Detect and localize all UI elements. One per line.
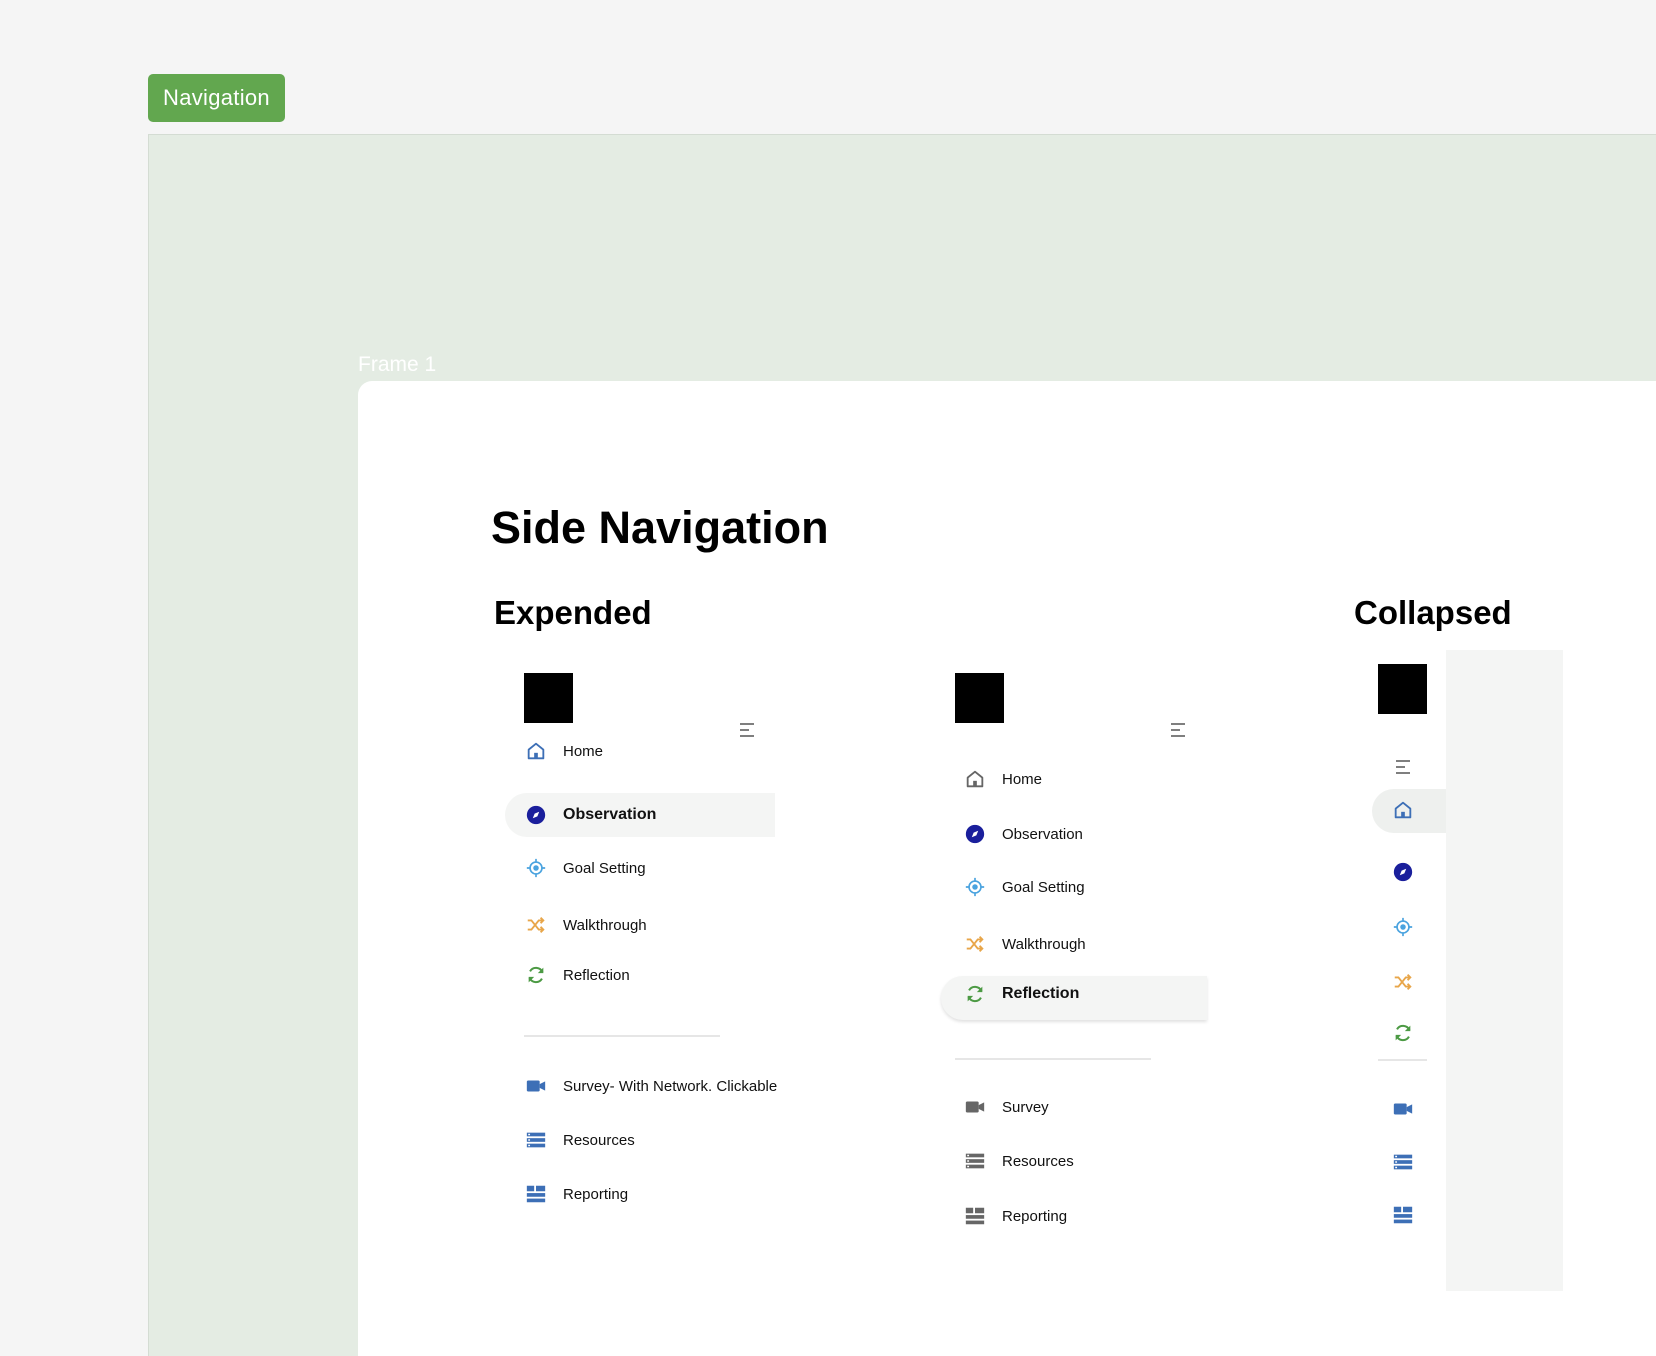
refresh-icon	[963, 982, 987, 1006]
menu-toggle-button[interactable]	[1391, 755, 1415, 779]
navigation-section-badge[interactable]: Navigation	[148, 74, 285, 122]
rail-item-reporting[interactable]	[1391, 1203, 1415, 1227]
nav-item-label: Home	[1002, 770, 1043, 788]
target-icon	[1393, 917, 1413, 937]
target-icon	[524, 856, 548, 880]
collapsed-rail-panel	[1446, 650, 1563, 1291]
refresh-icon	[524, 963, 548, 987]
home-icon	[524, 739, 548, 763]
nav-item-survey[interactable]: Survey- With Network. Clickable	[524, 1064, 777, 1108]
home-icon	[1394, 801, 1412, 819]
nav-item-reflection[interactable]: Reflection	[963, 972, 1079, 1016]
rail-item-goal-setting[interactable]	[1391, 915, 1415, 939]
nav-item-observation[interactable]: Observation	[524, 793, 656, 837]
compass-icon	[524, 803, 548, 827]
nav-item-resources[interactable]: Resources	[524, 1118, 635, 1162]
nav-divider	[955, 1058, 1151, 1060]
nav-item-resources[interactable]: Resources	[963, 1139, 1074, 1183]
shuffle-icon	[1394, 974, 1412, 990]
nav-item-goal-setting[interactable]: Goal Setting	[524, 846, 646, 890]
nav-item-label: Goal Setting	[563, 859, 646, 877]
nav-item-label: Walkthrough	[1002, 935, 1086, 953]
expanded-heading: Expended	[494, 594, 652, 631]
list-icon	[963, 1149, 987, 1173]
table-icon	[524, 1182, 548, 1206]
home-icon	[963, 767, 987, 791]
rail-item-survey[interactable]	[1391, 1097, 1415, 1121]
refresh-icon	[1395, 1024, 1411, 1042]
menu-icon	[740, 723, 754, 737]
nav-item-observation[interactable]: Observation	[963, 812, 1083, 856]
video-icon	[1393, 1103, 1413, 1115]
table-icon	[963, 1204, 987, 1228]
nav-item-label: Walkthrough	[563, 916, 647, 934]
menu-icon	[1171, 723, 1185, 737]
compass-icon	[963, 822, 987, 846]
logo[interactable]	[524, 673, 573, 723]
compass-icon	[1393, 862, 1413, 882]
nav-item-reporting[interactable]: Reporting	[963, 1194, 1067, 1238]
nav-item-goal-setting[interactable]: Goal Setting	[963, 865, 1085, 909]
nav-item-label: Resources	[563, 1131, 635, 1149]
rail-item-observation[interactable]	[1391, 860, 1415, 884]
shuffle-icon	[524, 913, 548, 937]
rail-item-walkthrough[interactable]	[1391, 970, 1415, 994]
nav-item-label: Home	[563, 742, 604, 760]
menu-icon	[1396, 760, 1410, 774]
collapsed-heading: Collapsed	[1354, 594, 1512, 631]
nav-item-label: Resources	[1002, 1152, 1074, 1170]
nav-divider	[524, 1035, 720, 1037]
logo[interactable]	[955, 673, 1004, 723]
table-icon	[1393, 1206, 1413, 1224]
frame-label[interactable]: Frame 1	[358, 353, 436, 377]
menu-toggle-button[interactable]	[735, 718, 759, 742]
rail-item-resources[interactable]	[1391, 1150, 1415, 1174]
target-icon	[963, 875, 987, 899]
nav-item-walkthrough[interactable]: Walkthrough	[963, 922, 1086, 966]
logo[interactable]	[1378, 664, 1427, 714]
nav-item-survey[interactable]: Survey	[963, 1085, 1049, 1129]
nav-item-label: Reporting	[563, 1185, 629, 1203]
nav-item-label: Reflection	[563, 966, 630, 984]
list-icon	[1393, 1154, 1413, 1170]
nav-item-home[interactable]: Home	[963, 757, 1042, 801]
nav-item-label: Observation	[563, 806, 657, 823]
nav-item-home[interactable]: Home	[524, 729, 603, 773]
list-icon	[524, 1128, 548, 1152]
video-icon	[524, 1074, 548, 1098]
nav-item-label: Observation	[1002, 825, 1083, 843]
rail-item-reflection[interactable]	[1391, 1021, 1415, 1045]
nav-item-label: Survey	[1002, 1098, 1049, 1116]
page-title: Side Navigation	[491, 502, 829, 553]
menu-toggle-button[interactable]	[1166, 718, 1190, 742]
nav-item-label: Reporting	[1002, 1207, 1068, 1225]
nav-item-walkthrough[interactable]: Walkthrough	[524, 903, 647, 947]
nav-item-reporting[interactable]: Reporting	[524, 1172, 628, 1216]
nav-item-label: Goal Setting	[1002, 878, 1085, 896]
nav-divider	[1378, 1059, 1427, 1061]
nav-item-reflection[interactable]: Reflection	[524, 953, 630, 997]
nav-item-label: Reflection	[1002, 985, 1080, 1002]
nav-item-label: Survey- With Network. Clickable	[563, 1077, 778, 1095]
video-icon	[963, 1095, 987, 1119]
rail-item-home[interactable]	[1391, 798, 1415, 822]
shuffle-icon	[963, 932, 987, 956]
